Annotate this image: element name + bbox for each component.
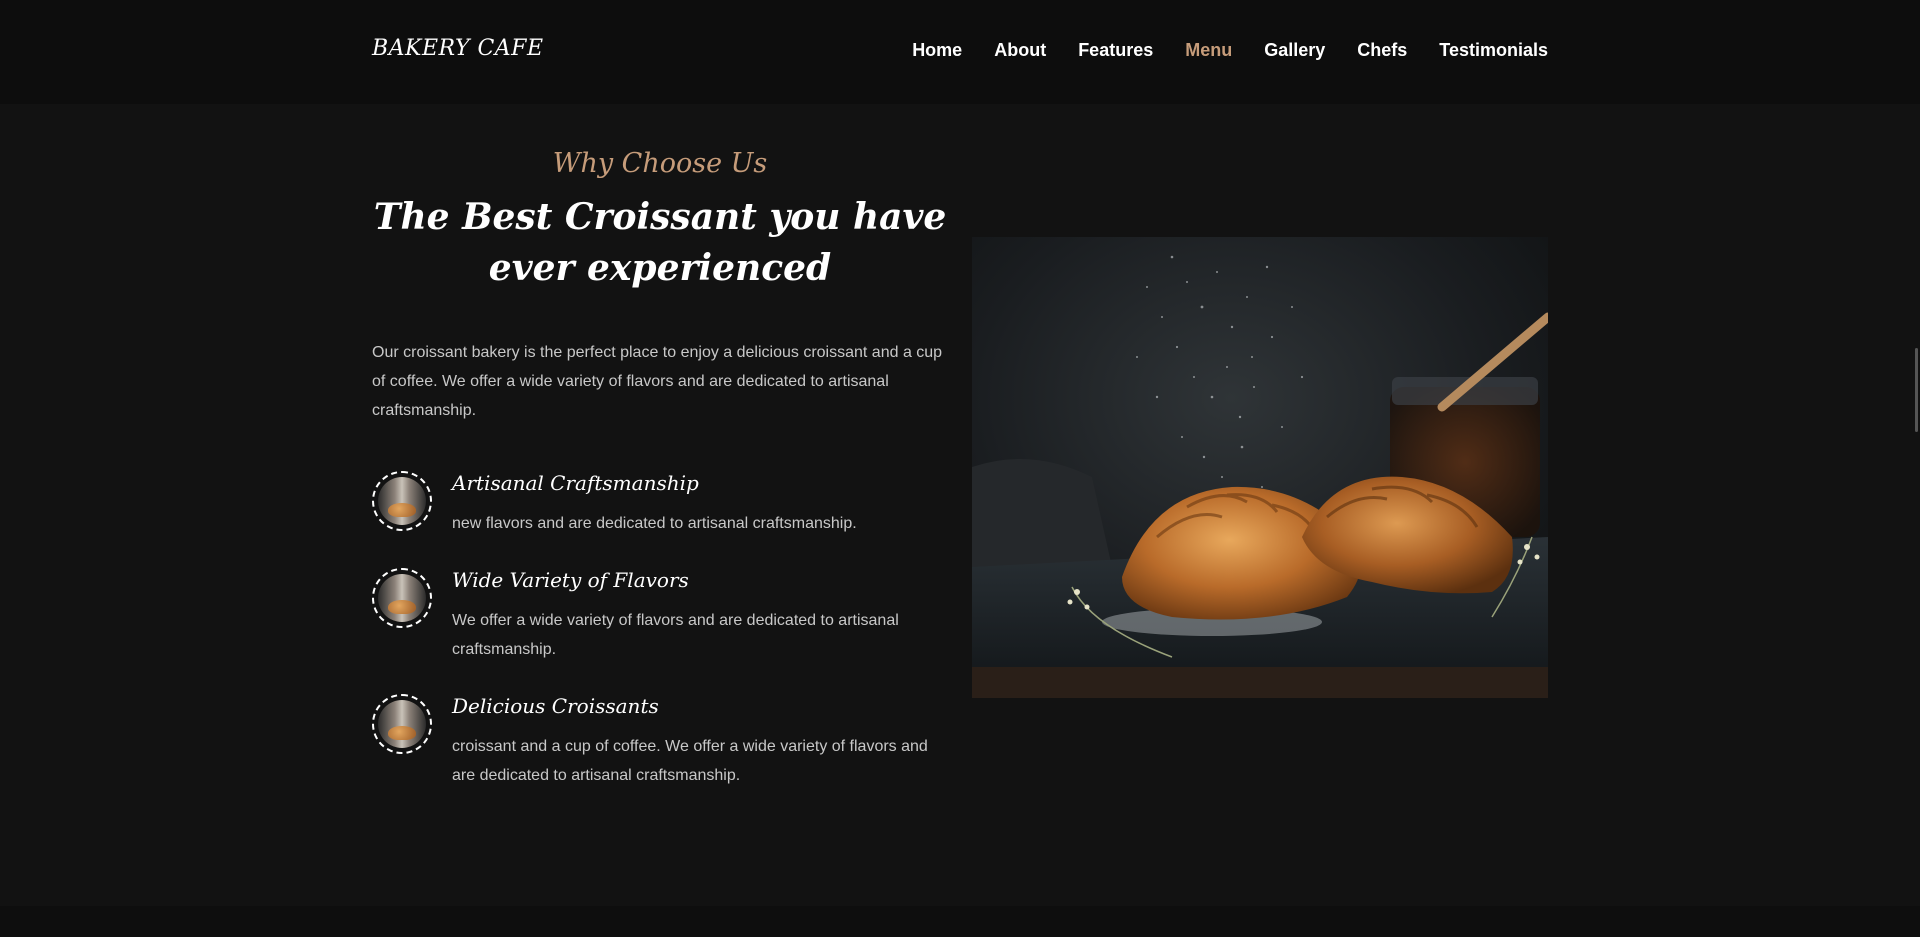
croissant-hero-image: [972, 237, 1548, 698]
feature-title: Wide Variety of Flavors: [452, 568, 689, 592]
nav-item-menu[interactable]: Menu: [1185, 40, 1232, 61]
main-nav: Home About Features Menu Gallery Chefs T…: [912, 40, 1548, 61]
site-logo[interactable]: BAKERY CAFE: [372, 36, 544, 61]
nav-item-home[interactable]: Home: [912, 40, 962, 61]
feature-title: Artisanal Craftsmanship: [452, 471, 699, 495]
nav-item-about[interactable]: About: [994, 40, 1046, 61]
page-scrollbar[interactable]: [1910, 0, 1920, 937]
feature-title: Delicious Croissants: [452, 694, 659, 718]
next-section-edge: [0, 906, 1920, 937]
croissant-thumbnail-icon: [372, 694, 432, 754]
feature-description: croissant and a cup of coffee. We offer …: [452, 738, 928, 784]
nav-item-gallery[interactable]: Gallery: [1264, 40, 1325, 61]
feature-description: We offer a wide variety of flavors and a…: [452, 612, 899, 658]
croissant-thumbnail-icon: [372, 568, 432, 628]
feature-description: new flavors and are dedicated to artisan…: [452, 515, 857, 532]
section-eyebrow: Why Choose Us: [552, 148, 768, 179]
section-intro: Our croissant bakery is the perfect plac…: [372, 344, 943, 419]
why-choose-us-section: [0, 104, 1920, 906]
nav-item-features[interactable]: Features: [1078, 40, 1153, 61]
site-header: BAKERY CAFE Home About Features Menu Gal…: [0, 0, 1920, 104]
nav-item-testimonials[interactable]: Testimonials: [1439, 40, 1548, 61]
scrollbar-thumb[interactable]: [1915, 348, 1918, 432]
nav-item-chefs[interactable]: Chefs: [1357, 40, 1407, 61]
section-headline: The Best Croissant you have ever experie…: [373, 196, 947, 289]
croissant-thumbnail-icon: [372, 471, 432, 531]
